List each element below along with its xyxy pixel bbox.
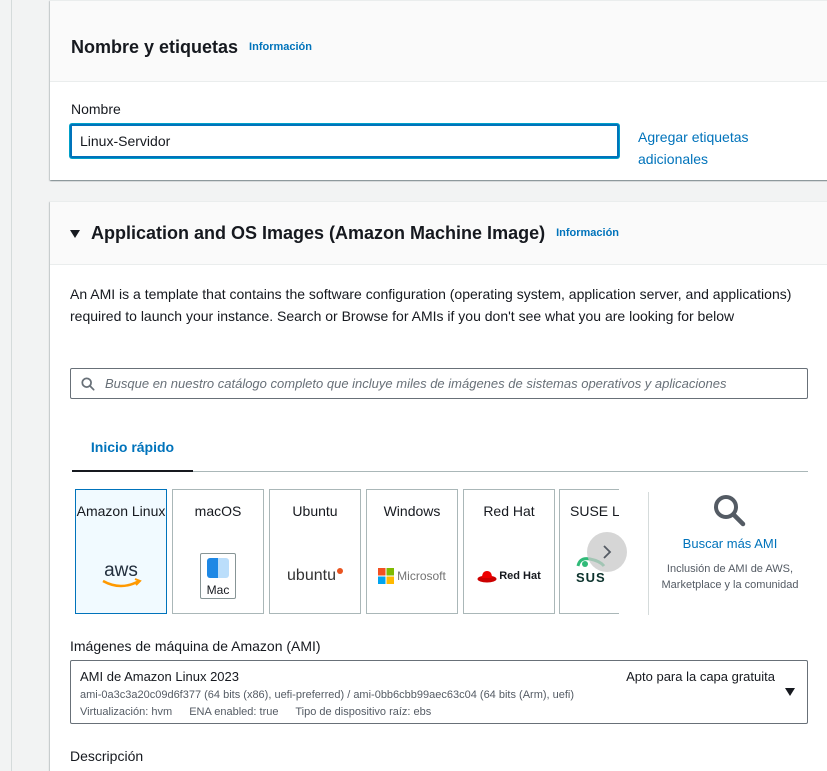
ami-description-label: Descripción: [70, 748, 144, 764]
name-tags-panel: Nombre y etiquetas Información Nombre Ag…: [50, 0, 827, 180]
add-tags-link[interactable]: Agregar etiquetas adicionales: [638, 126, 778, 170]
svg-text:aws: aws: [104, 560, 138, 581]
ami-meta: Virtualización: hvm ENA enabled: true Ti…: [80, 706, 445, 718]
dropdown-caret-icon: [785, 688, 795, 696]
chevron-right-icon: [603, 545, 612, 559]
ami-virtualization: Virtualización: hvm: [80, 706, 173, 718]
name-tags-header: Nombre y etiquetas Información: [50, 1, 827, 82]
carousel-next-button[interactable]: [587, 532, 627, 572]
browse-more-subtext: Inclusión de AMI de AWS, Marketplace y l…: [661, 563, 799, 591]
ami-description: An AMI is a template that contains the s…: [70, 286, 792, 324]
aws-logo-icon: aws: [76, 556, 166, 596]
expand-caret-icon[interactable]: [70, 229, 80, 238]
browse-ami-box: Buscar más AMI Inclusión de AMI de AWS, …: [660, 492, 800, 593]
tab-quickstart[interactable]: Inicio rápido: [72, 424, 193, 472]
name-input[interactable]: [70, 124, 619, 158]
os-tile-redhat[interactable]: Red Hat Red Hat: [463, 489, 555, 614]
os-tile-amazon-linux[interactable]: Amazon Linux aws: [75, 489, 167, 614]
os-tile-macos[interactable]: macOS Mac: [172, 489, 264, 614]
ubuntu-logo-icon: ubuntu: [270, 556, 360, 596]
os-tile-label: macOS: [194, 503, 242, 519]
os-tile-label: Ubuntu: [292, 503, 338, 519]
ami-tabs: Inicio rápido: [72, 424, 808, 472]
ami-header[interactable]: Application and OS Images (Amazon Machin…: [50, 202, 827, 265]
ami-info-link[interactable]: Información: [556, 227, 619, 239]
os-tile-windows[interactable]: Windows Microsoft: [366, 489, 458, 614]
ami-name: AMI de Amazon Linux 2023: [80, 669, 239, 684]
search-icon: [81, 376, 95, 391]
ami-root-device: Tipo de dispositivo raíz: ebs: [295, 706, 432, 718]
ami-ids: ami-0a3c3a20c09d6f377 (64 bits (x86), ue…: [80, 689, 575, 701]
ami-title: Application and OS Images (Amazon Machin…: [91, 222, 546, 243]
name-tags-info-link[interactable]: Información: [249, 41, 312, 53]
ami-search-input[interactable]: Busque en nuestro catálogo completo que …: [70, 368, 808, 399]
browse-more-amis-link[interactable]: Buscar más AMI: [660, 536, 800, 551]
name-label: Nombre: [71, 101, 121, 117]
mac-finder-icon: Mac: [173, 553, 263, 599]
microsoft-logo-icon: Microsoft: [367, 556, 457, 596]
ami-ena: ENA enabled: true: [189, 706, 279, 718]
search-placeholder: Busque en nuestro catálogo completo que …: [105, 376, 727, 391]
os-tile-label: Red Hat: [483, 503, 535, 519]
name-tags-title: Nombre y etiquetas: [71, 36, 239, 57]
ami-select-dropdown[interactable]: AMI de Amazon Linux 2023 Apto para la ca…: [70, 660, 808, 724]
free-tier-tag: Apto para la capa gratuita: [626, 669, 775, 684]
ami-panel: Application and OS Images (Amazon Machin…: [50, 201, 827, 771]
browse-divider: [648, 492, 649, 615]
os-tile-label: Windows: [383, 503, 441, 519]
os-tile-ubuntu[interactable]: Ubuntu ubuntu: [269, 489, 361, 614]
os-tile-label: Amazon Linux: [76, 503, 166, 519]
redhat-logo-icon: Red Hat: [464, 556, 554, 596]
left-rail: [0, 0, 12, 771]
ami-select-label: Imágenes de máquina de Amazon (AMI): [70, 638, 321, 654]
magnifier-icon: [714, 495, 746, 527]
